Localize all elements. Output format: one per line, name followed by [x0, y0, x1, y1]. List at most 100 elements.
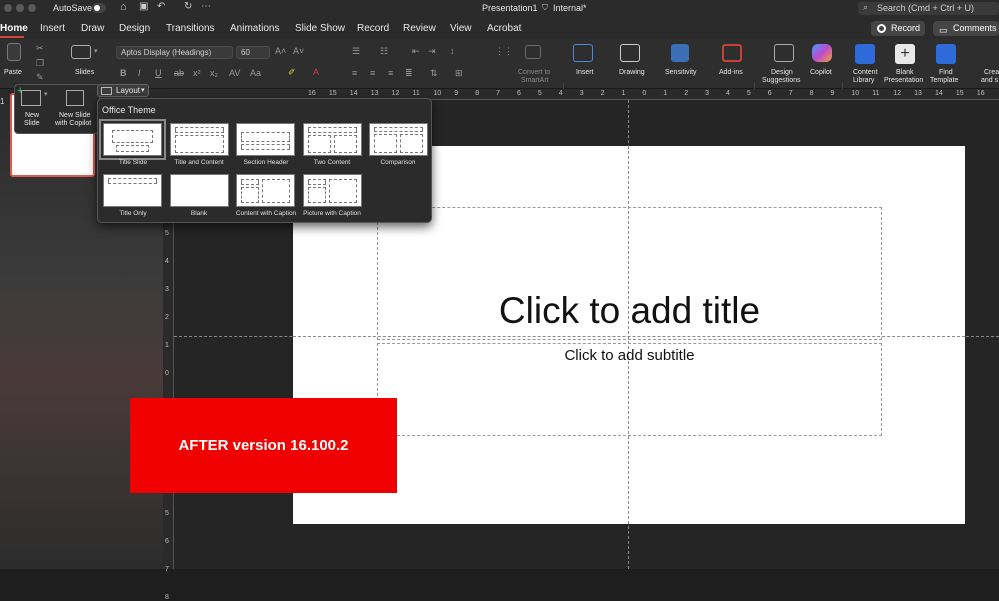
- font-color-icon[interactable]: A: [313, 67, 319, 77]
- justify-icon[interactable]: ≣: [405, 68, 413, 79]
- layout-button[interactable]: Layout ▾: [97, 84, 149, 97]
- content-library-icon[interactable]: [855, 44, 875, 64]
- home-icon[interactable]: ⌂: [120, 1, 127, 13]
- align-center-icon[interactable]: ≡: [370, 68, 375, 78]
- ruler-number: 13: [370, 90, 379, 97]
- layout-two-content[interactable]: [303, 123, 362, 156]
- chevron-down-icon[interactable]: ▾: [44, 90, 48, 98]
- align-text-icon[interactable]: ⊞: [455, 68, 463, 79]
- ruler-number: 15: [955, 90, 964, 97]
- new-slide-copilot-line1[interactable]: New Slide: [59, 112, 91, 120]
- autosave-toggle[interactable]: [92, 3, 106, 13]
- tab-slide-show[interactable]: Slide Show: [295, 23, 345, 34]
- new-slide-line1[interactable]: New: [25, 112, 39, 120]
- layout-picture-with-caption[interactable]: [303, 174, 362, 207]
- tab-acrobat[interactable]: Acrobat: [487, 23, 521, 34]
- minimize-window-icon[interactable]: [16, 4, 24, 12]
- layout-button-label: Layout: [116, 86, 141, 95]
- layout-placeholder-box: [334, 135, 357, 153]
- record-button[interactable]: Record: [871, 21, 925, 36]
- drawing-icon[interactable]: [620, 44, 640, 62]
- tab-design[interactable]: Design: [119, 23, 150, 34]
- superscript-icon[interactable]: x²: [193, 68, 201, 78]
- chevron-down-icon: ▾: [141, 87, 145, 94]
- bullets-icon[interactable]: ☰: [352, 46, 360, 57]
- layout-title-and-content[interactable]: [170, 123, 229, 156]
- tab-review[interactable]: Review: [403, 23, 436, 34]
- tab-transitions[interactable]: Transitions: [166, 23, 215, 34]
- sensitivity-icon[interactable]: [671, 44, 689, 62]
- addins-icon[interactable]: [722, 44, 742, 62]
- tab-insert[interactable]: Insert: [40, 23, 65, 34]
- chevron-down-icon[interactable]: ▾: [94, 47, 98, 55]
- undo-icon[interactable]: ↶: [157, 1, 165, 12]
- align-right-icon[interactable]: ≡: [388, 68, 393, 78]
- new-slide-copilot-line2[interactable]: with Copilot: [55, 120, 91, 128]
- columns-icon[interactable]: ⋮⋮: [495, 46, 513, 57]
- design-suggestions-icon[interactable]: [774, 44, 794, 62]
- ruler-number: 16: [976, 90, 985, 97]
- tab-record[interactable]: Record: [357, 23, 389, 34]
- title-placeholder[interactable]: Click to add title: [377, 207, 882, 340]
- strikethrough-icon[interactable]: ab: [174, 68, 184, 78]
- tab-home[interactable]: Home: [0, 23, 28, 34]
- subscript-icon[interactable]: x₂: [210, 68, 218, 78]
- tab-draw[interactable]: Draw: [81, 23, 104, 34]
- align-left-icon[interactable]: ≡: [352, 68, 357, 78]
- change-case-icon[interactable]: Aa: [250, 68, 261, 78]
- layout-blank[interactable]: [170, 174, 229, 207]
- cut-icon[interactable]: ✂: [36, 43, 44, 54]
- layout-title-only[interactable]: [103, 174, 162, 207]
- font-name-select[interactable]: Aptos Display (Headings): [116, 46, 233, 59]
- smartart-icon[interactable]: [525, 45, 541, 59]
- tab-animations[interactable]: Animations: [230, 23, 279, 34]
- layout-title-slide[interactable]: [99, 119, 166, 160]
- redo-icon[interactable]: ↻: [184, 1, 192, 12]
- text-direction-icon[interactable]: ⇅: [430, 68, 438, 79]
- new-slide-line2[interactable]: Slide: [24, 120, 40, 128]
- underline-icon[interactable]: U: [155, 68, 162, 78]
- new-slide-copilot-icon[interactable]: [66, 90, 84, 106]
- find-template-icon[interactable]: [936, 44, 956, 64]
- line-spacing-icon[interactable]: ↕: [450, 46, 455, 56]
- copilot-icon[interactable]: [812, 44, 832, 62]
- tab-view[interactable]: View: [450, 23, 472, 34]
- blank-presentation-icon[interactable]: +: [895, 44, 915, 64]
- find-template-line1: Find: [939, 69, 953, 76]
- layout-section-header[interactable]: [236, 123, 295, 156]
- content-library-line2: Library: [853, 77, 875, 84]
- design-suggestions-line2: Suggestions: [762, 77, 801, 84]
- zoom-window-icon[interactable]: [28, 4, 36, 12]
- clipboard-icon[interactable]: [7, 43, 21, 61]
- ruler-number: 3: [705, 90, 709, 97]
- highlight-icon[interactable]: ✐: [288, 67, 296, 78]
- decrease-indent-icon[interactable]: ⇤: [412, 46, 420, 57]
- more-icon[interactable]: ⋯: [201, 1, 211, 12]
- ruler-number: 11: [872, 90, 880, 97]
- insert-shapes-icon[interactable]: [573, 44, 593, 62]
- layout-placeholder-box: [175, 127, 224, 133]
- font-size-select[interactable]: 60: [236, 46, 270, 59]
- search-field[interactable]: ⌕ Search (Cmd + Ctrl + U): [858, 2, 999, 15]
- copy-icon[interactable]: ❐: [36, 58, 44, 69]
- italic-icon[interactable]: I: [138, 68, 141, 78]
- shrink-font-icon[interactable]: A˅: [293, 46, 304, 56]
- close-window-icon[interactable]: [4, 4, 12, 12]
- save-icon[interactable]: ▣: [139, 1, 148, 12]
- grow-font-icon[interactable]: A˄: [275, 46, 286, 56]
- increase-indent-icon[interactable]: ⇥: [428, 46, 436, 57]
- bold-icon[interactable]: B: [120, 68, 127, 78]
- subtitle-placeholder[interactable]: Click to add subtitle: [377, 343, 882, 436]
- comments-button[interactable]: ▭ Comments: [933, 21, 999, 36]
- ribbon-tabs: Home Insert Draw Design Transitions Anim…: [0, 17, 999, 39]
- slides-layout-icon[interactable]: [71, 45, 91, 59]
- layout-comparison[interactable]: [369, 123, 428, 156]
- ruler-number: 12: [391, 90, 400, 97]
- new-slide-icon[interactable]: +: [17, 85, 41, 106]
- layout-content-with-caption[interactable]: [236, 174, 295, 207]
- char-spacing-icon[interactable]: AV: [229, 68, 240, 78]
- numbering-icon[interactable]: ☷: [380, 46, 388, 57]
- version-banner: AFTER version 16.100.2: [130, 398, 397, 493]
- format-painter-icon[interactable]: ✎: [36, 72, 44, 83]
- subtitle-placeholder-text: Click to add subtitle: [564, 347, 695, 364]
